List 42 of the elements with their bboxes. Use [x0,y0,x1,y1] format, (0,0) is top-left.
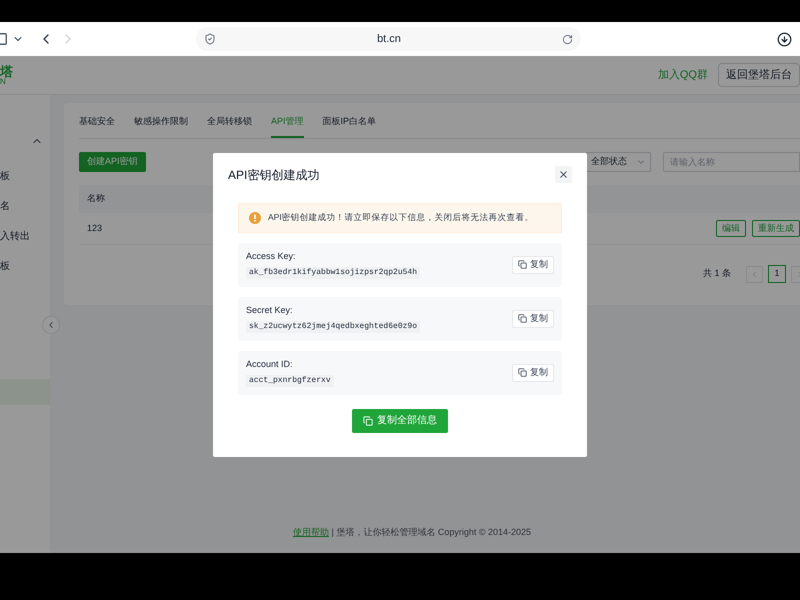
copy-icon [518,260,527,269]
copy-icon [363,416,373,426]
chevron-left-icon [750,270,759,278]
copy-button[interactable]: 复制 [512,256,554,274]
download-icon[interactable] [777,32,792,47]
tab[interactable]: 面板IP白名单 [322,114,376,138]
tab[interactable]: 全局转移锁 [207,114,252,138]
reload-icon[interactable] [562,34,573,44]
copy-all-button[interactable]: 复制全部信息 [352,408,448,432]
copy-icon [518,368,527,377]
copy-button[interactable]: 复制 [512,364,554,382]
dialog-title: API密钥创建成功 [228,166,320,184]
close-button[interactable] [555,166,572,183]
status-select-value: 全部状态 [591,155,627,168]
credential-value: sk_z2ucwytz62jmej4qedbxeghted6e0z9o [246,321,420,334]
warning-icon [249,212,261,224]
tab[interactable]: 敏感操作限制 [134,114,188,138]
page-button[interactable]: 1 [768,265,786,283]
credential-label: Access Key: [246,250,297,263]
credential-value: ak_fb3edr1kifyabbw1sojizpsr2qp2u54h [246,267,420,280]
url-text: bt.cn [376,32,402,47]
address-bar[interactable]: bt.cn [196,27,581,51]
tab[interactable]: 基础安全 [79,114,115,138]
back-to-panel-button[interactable]: 返回堡塔后台 [718,63,800,87]
site-settings-icon[interactable] [204,33,216,45]
credential-label: Secret Key: [246,304,294,317]
copy-icon [518,314,527,323]
credential-value: acct_pxnrbgfzerxv [246,375,334,388]
footer-text: 使用帮助 | 堡塔，让你轻松管理域名 Copyright © 2014-2025 [292,526,532,539]
sidebar-item[interactable]: 名 [0,193,10,219]
sidebar-item[interactable]: 入转出 [0,223,30,249]
column-header: 名称 [87,192,105,206]
table-cell-text: 123 [87,222,102,235]
sidebar-item[interactable]: 板 [0,163,10,189]
total-count: 共 1 条 [702,267,731,280]
copy-button[interactable]: 复制 [512,310,554,328]
sidebar-item[interactable]: 板 [0,253,10,279]
credential-label: Account ID: [246,358,294,371]
logo-subtext: N [0,78,6,86]
search-field[interactable]: 请输入名称 [663,152,800,172]
close-icon [558,169,569,180]
warning-message: API密钥创建成功！请立即保存以下信息，关闭后将无法再次查看。 [268,211,534,224]
